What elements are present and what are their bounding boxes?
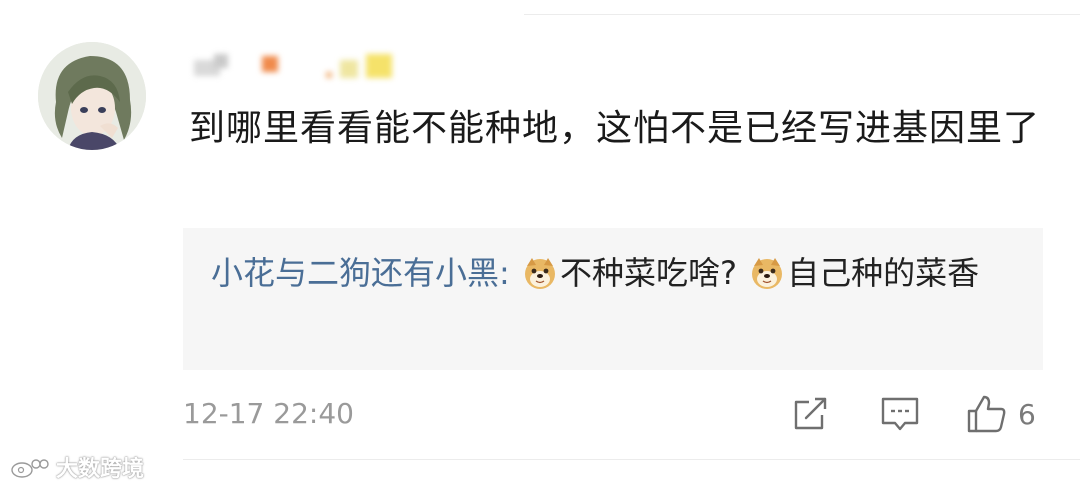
comment-card: 到哪里看看能不能种地，这怕不是已经写进基因里了 小花与二狗还有小黑: 不种菜吃啥…: [0, 0, 1080, 487]
watermark: 大数跨境: [10, 452, 144, 482]
share-button[interactable]: [792, 394, 830, 434]
avatar[interactable]: [38, 42, 146, 150]
thumbs-up-icon: [967, 395, 1006, 433]
doge-emoji-icon: [523, 256, 557, 290]
bottom-divider: [183, 459, 1080, 460]
top-divider: [524, 14, 1080, 15]
like-count: 6: [1018, 397, 1036, 431]
comment-timestamp: 12-17 22:40: [183, 397, 354, 430]
reply-preview[interactable]: 小花与二狗还有小黑: 不种菜吃啥? 自己种的菜香: [183, 228, 1043, 370]
reply-separator: :: [499, 254, 520, 292]
watermark-text: 大数跨境: [56, 457, 145, 482]
username-blurred[interactable]: [190, 50, 410, 84]
reply-button[interactable]: [880, 394, 920, 434]
share-edit-icon: [794, 397, 827, 430]
doge-emoji-icon: [750, 256, 784, 290]
reply-segment-2: 自己种的菜香: [787, 254, 980, 292]
reply-text: 小花与二狗还有小黑: 不种菜吃啥? 自己种的菜香: [211, 245, 1011, 301]
comment-text: 到哪里看看能不能种地，这怕不是已经写进基因里了: [189, 108, 1041, 149]
comment-icon: [881, 397, 919, 431]
reply-author-link[interactable]: 小花与二狗还有小黑: [211, 254, 499, 292]
like-button[interactable]: 6: [966, 394, 1036, 434]
avatar-image: [38, 42, 146, 150]
reply-segment-1: 不种菜吃啥?: [559, 254, 748, 292]
weibo-logo-icon: [11, 459, 49, 478]
